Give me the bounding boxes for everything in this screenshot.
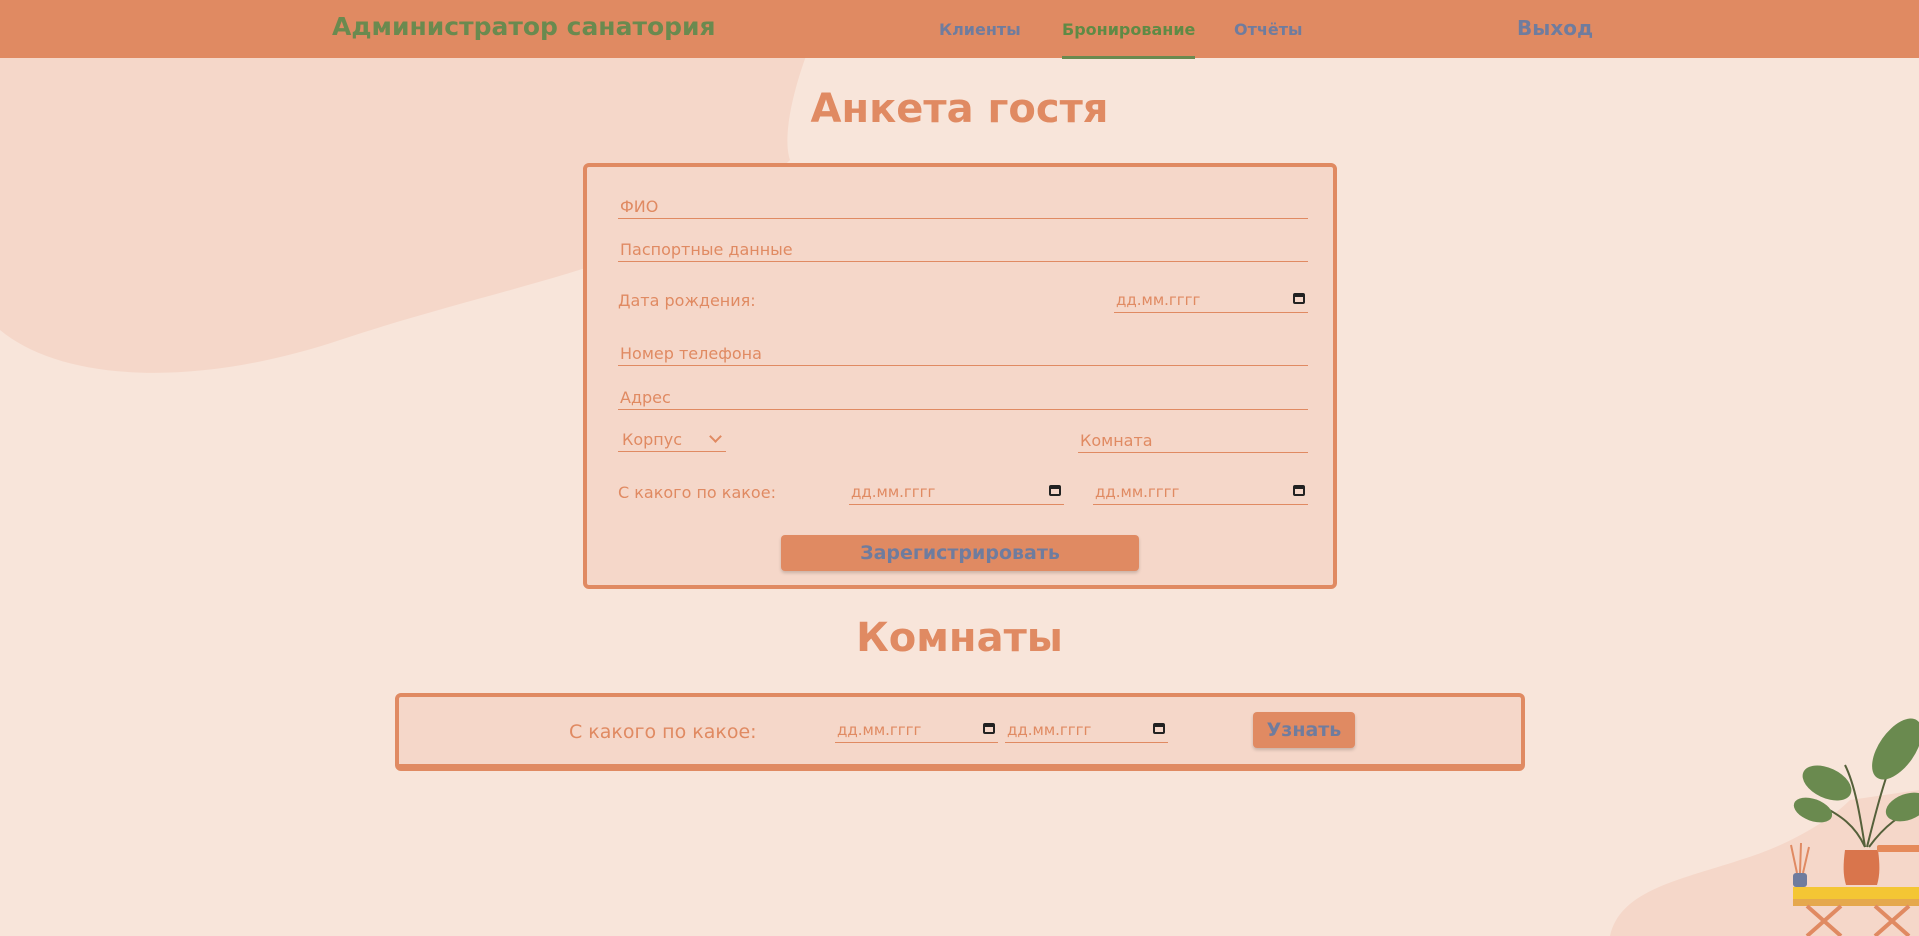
rooms-period-label: С какого по какое:: [569, 721, 757, 743]
calendar-icon[interactable]: [1153, 723, 1165, 734]
top-navbar: Администратор санатория Клиенты Брониров…: [0, 0, 1919, 59]
check-availability-button[interactable]: Узнать: [1253, 712, 1355, 748]
birth-date-input[interactable]: дд.мм.гггг: [1114, 291, 1308, 313]
building-select[interactable]: Корпус: [618, 430, 726, 452]
guest-form-card: Дата рождения: дд.мм.гггг Корпус С каког…: [583, 163, 1337, 589]
nav-reports[interactable]: Отчёты: [1234, 20, 1302, 39]
phone-input[interactable]: [618, 342, 1308, 366]
rooms-date-from-input[interactable]: дд.мм.гггг: [835, 721, 998, 743]
date-to-input[interactable]: дд.мм.гггг: [1093, 483, 1308, 505]
address-input[interactable]: [618, 386, 1308, 410]
plant-illustration: [1790, 718, 1919, 936]
birth-date-label: Дата рождения:: [618, 291, 756, 310]
register-button[interactable]: Зарегистрировать: [781, 535, 1139, 571]
logout-link[interactable]: Выход: [1517, 16, 1593, 40]
chevron-down-icon: [709, 430, 722, 443]
rooms-date-from-value: дд.мм.гггг: [837, 721, 922, 739]
room-input[interactable]: [1078, 429, 1308, 453]
full-name-input[interactable]: [618, 195, 1308, 219]
date-from-input[interactable]: дд.мм.гггг: [849, 483, 1064, 505]
app-brand: Администратор санатория: [332, 12, 716, 41]
birth-date-value: дд.мм.гггг: [1116, 291, 1201, 309]
nav-booking[interactable]: Бронирование: [1062, 20, 1196, 59]
calendar-icon[interactable]: [983, 723, 995, 734]
guest-form-title: Анкета гостя: [810, 86, 1109, 132]
rooms-date-to-input[interactable]: дд.мм.гггг: [1005, 721, 1168, 743]
calendar-icon[interactable]: [1293, 485, 1305, 496]
rooms-date-to-value: дд.мм.гггг: [1007, 721, 1092, 739]
period-label: С какого по какое:: [618, 483, 776, 502]
passport-input[interactable]: [618, 238, 1308, 262]
rooms-card: С какого по какое: дд.мм.гггг дд.мм.гггг…: [395, 693, 1525, 771]
building-select-value: Корпус: [622, 430, 683, 449]
calendar-icon[interactable]: [1049, 485, 1061, 496]
rooms-title: Комнаты: [856, 615, 1063, 661]
nav-clients[interactable]: Клиенты: [939, 20, 1021, 39]
calendar-icon[interactable]: [1293, 293, 1305, 304]
date-from-value: дд.мм.гггг: [851, 483, 936, 501]
date-to-value: дд.мм.гггг: [1095, 483, 1180, 501]
